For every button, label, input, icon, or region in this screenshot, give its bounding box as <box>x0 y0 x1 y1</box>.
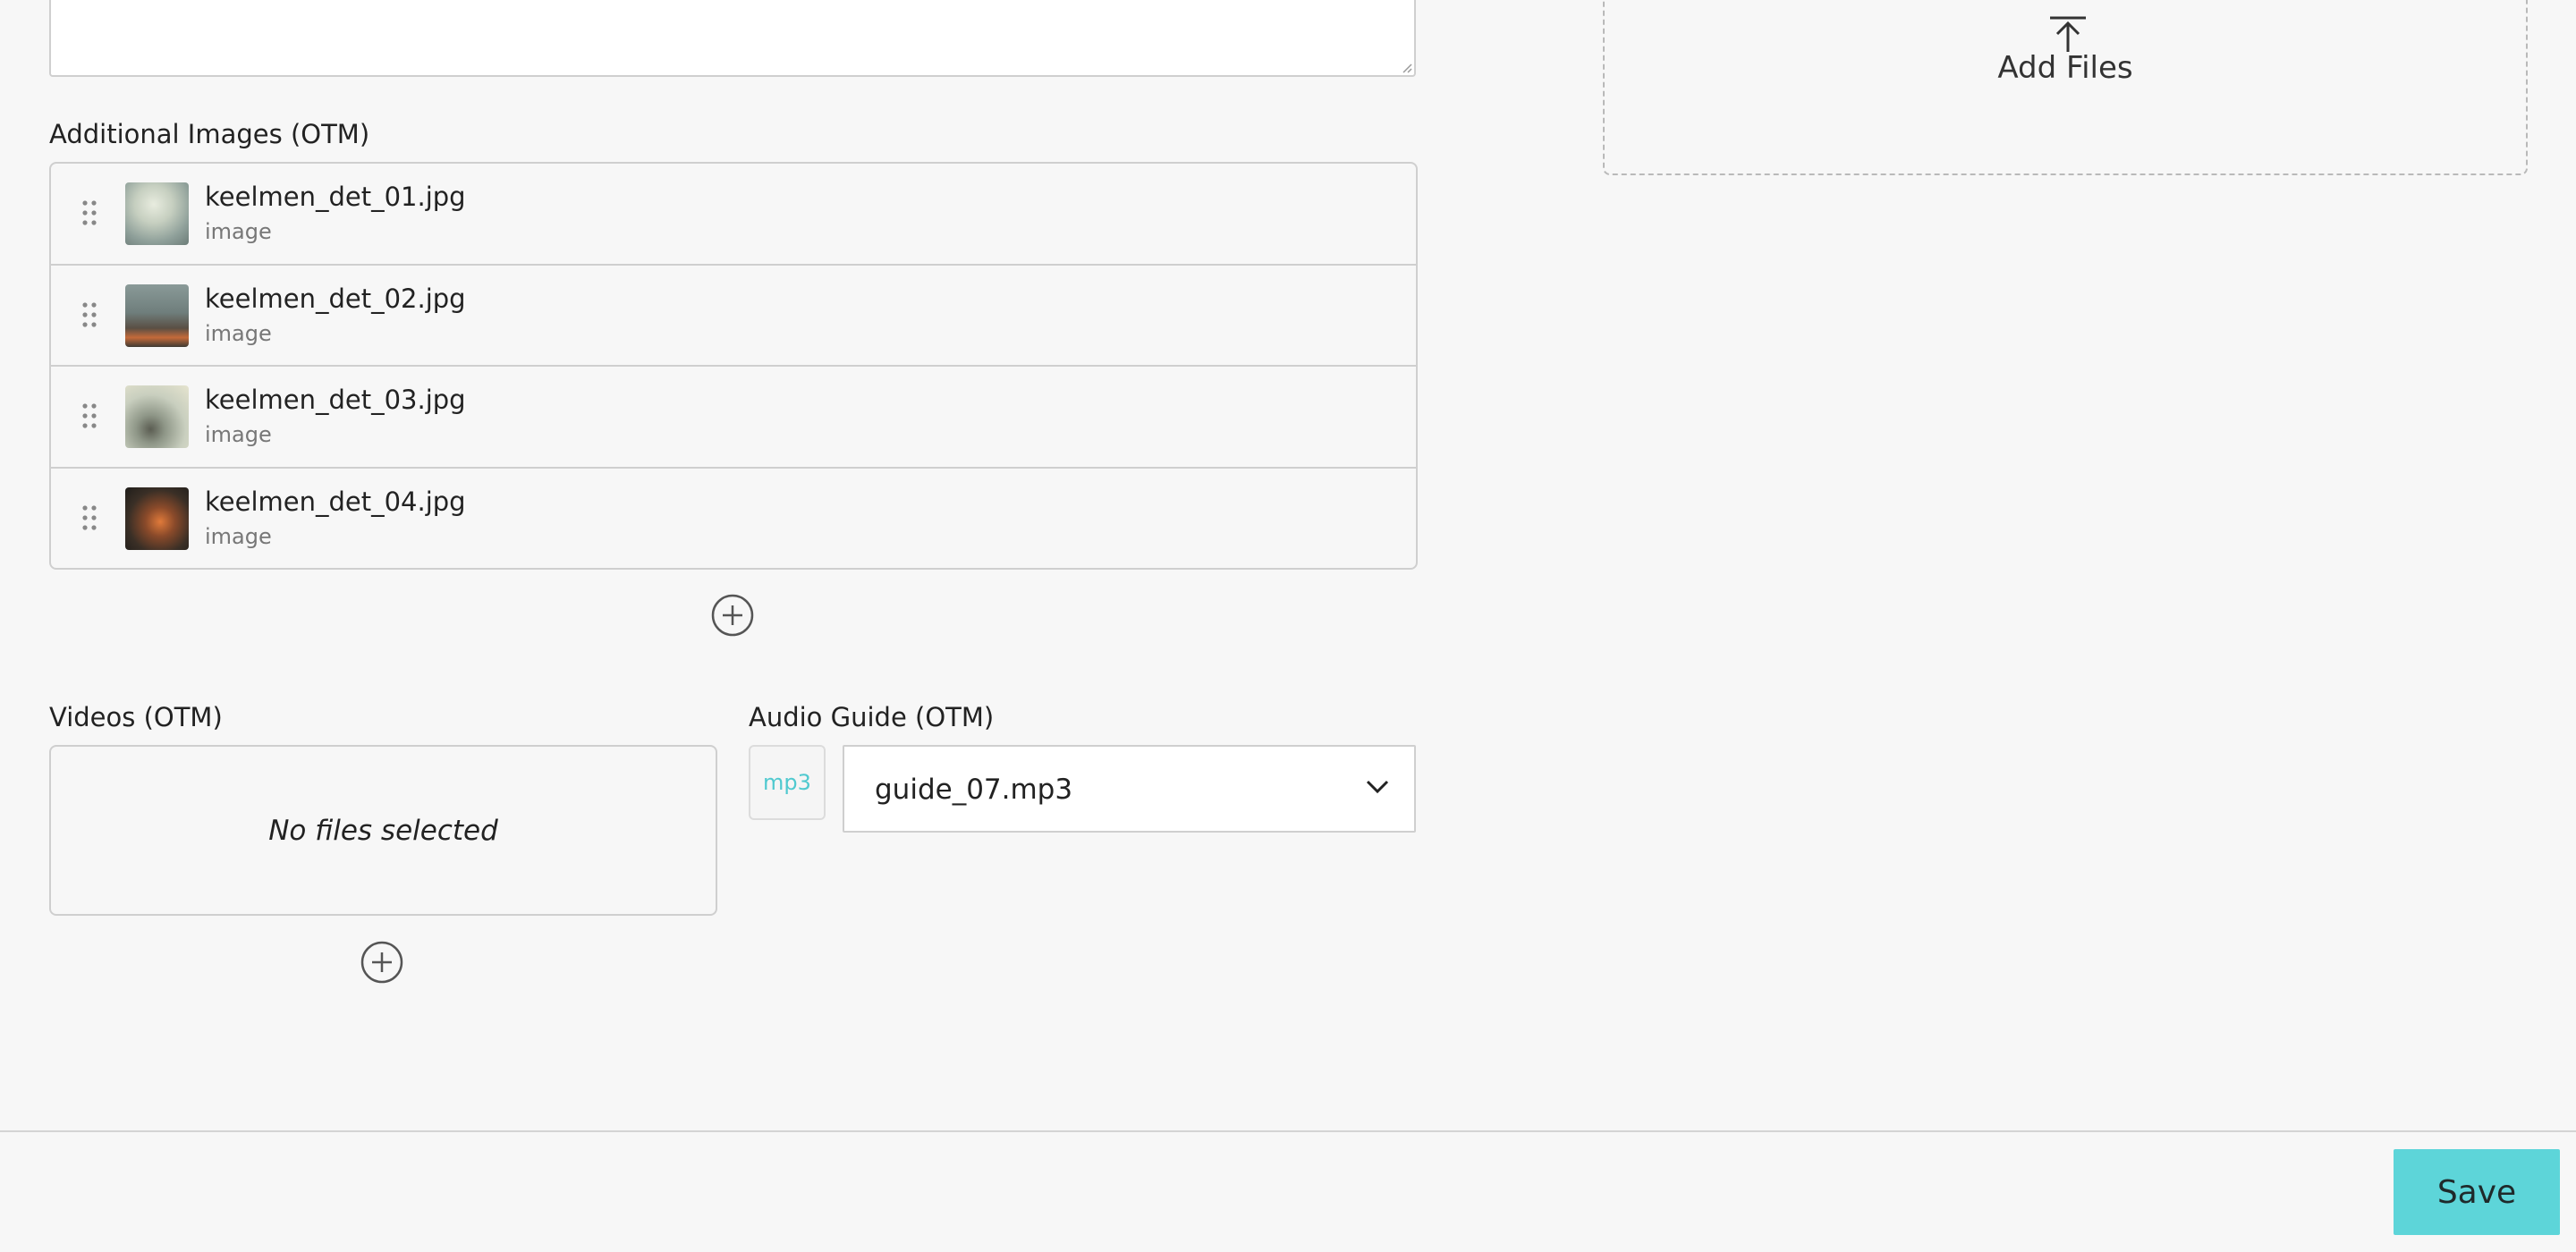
file-type: image <box>205 320 272 346</box>
audio-guide-selected-value: guide_07.mp3 <box>875 774 1073 806</box>
audio-guide-select[interactable]: guide_07.mp3 <box>843 745 1416 833</box>
image-list-item[interactable]: keelmen_det_04.jpg image <box>51 469 1416 569</box>
mp3-file-badge: mp3 <box>749 745 826 820</box>
file-type: image <box>205 523 272 549</box>
image-list-item[interactable]: keelmen_det_03.jpg image <box>51 367 1416 469</box>
image-thumbnail <box>125 385 189 448</box>
additional-images-list: keelmen_det_01.jpg image keelmen_det_02.… <box>49 162 1418 570</box>
add-video-button[interactable] <box>360 941 403 984</box>
save-button[interactable]: Save <box>2394 1149 2560 1235</box>
file-name: keelmen_det_04.jpg <box>205 486 466 517</box>
videos-empty-text: No files selected <box>268 815 498 847</box>
file-dropzone[interactable]: Add Files <box>1603 0 2528 175</box>
drag-handle-icon[interactable] <box>81 301 97 328</box>
videos-dropzone[interactable]: No files selected <box>49 745 717 916</box>
image-thumbnail <box>125 486 189 550</box>
upload-icon <box>2050 16 2086 52</box>
videos-label: Videos (OTM) <box>49 702 223 732</box>
drag-handle-icon[interactable] <box>81 402 97 429</box>
image-list-item[interactable]: keelmen_det_01.jpg image <box>51 164 1416 266</box>
drag-handle-icon[interactable] <box>81 504 97 531</box>
description-textarea[interactable] <box>49 0 1416 77</box>
audio-guide-label: Audio Guide (OTM) <box>749 702 995 732</box>
file-type: image <box>205 422 272 447</box>
chevron-down-icon <box>1366 780 1389 794</box>
drag-handle-icon[interactable] <box>81 199 97 226</box>
file-name: keelmen_det_03.jpg <box>205 385 466 415</box>
file-name: keelmen_det_01.jpg <box>205 182 466 212</box>
footer-bar: Save <box>0 1130 2576 1252</box>
additional-images-label: Additional Images (OTM) <box>49 119 370 149</box>
file-name: keelmen_det_02.jpg <box>205 283 466 314</box>
add-files-label: Add Files <box>1997 50 2133 86</box>
add-image-button[interactable] <box>711 594 754 637</box>
file-type: image <box>205 219 272 244</box>
resize-grip-icon[interactable] <box>1400 61 1412 73</box>
image-thumbnail <box>125 283 189 347</box>
image-list-item[interactable]: keelmen_det_02.jpg image <box>51 266 1416 367</box>
image-thumbnail <box>125 182 189 245</box>
